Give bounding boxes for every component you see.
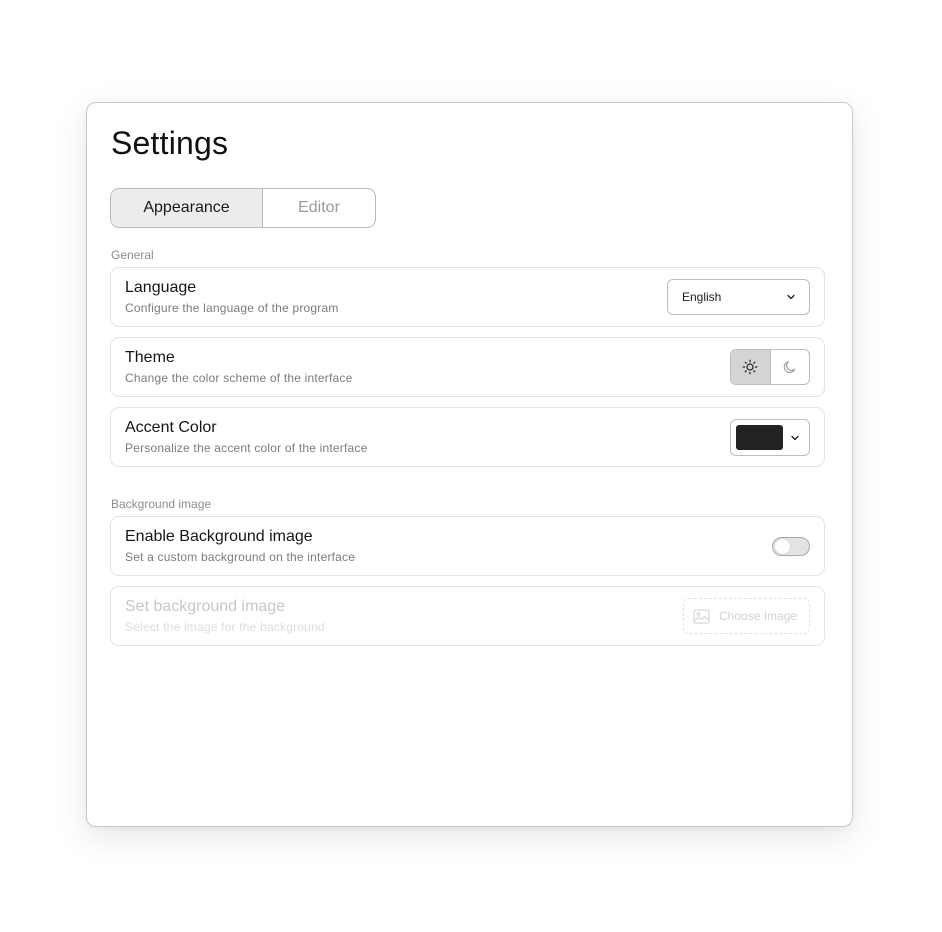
- set-background-title: Set background image: [125, 598, 286, 615]
- page-title: Settings: [111, 125, 229, 161]
- theme-description: Change the color scheme of the interface: [125, 371, 353, 385]
- choose-image-button[interactable]: Choose Image: [683, 598, 810, 634]
- light-theme-button[interactable]: [731, 350, 771, 384]
- section-label-background: Background image: [111, 497, 212, 511]
- dark-theme-button[interactable]: [771, 350, 810, 384]
- sun-icon: [742, 359, 758, 375]
- tab-bar: Appearance Editor: [110, 188, 376, 228]
- theme-toggle: [730, 349, 810, 385]
- language-description: Configure the language of the program: [125, 301, 339, 315]
- chevron-down-icon: [791, 435, 799, 441]
- theme-setting-row: Theme Change the color scheme of the int…: [110, 337, 825, 397]
- chevron-down-icon: [787, 294, 795, 300]
- theme-title: Theme: [125, 349, 175, 366]
- image-icon: [693, 608, 710, 624]
- tab-appearance[interactable]: Appearance: [111, 189, 263, 227]
- accent-color-description: Personalize the accent color of the inte…: [125, 441, 368, 455]
- accent-color-setting-row: Accent Color Personalize the accent colo…: [110, 407, 825, 467]
- enable-background-switch[interactable]: [772, 537, 810, 556]
- enable-background-description: Set a custom background on the interface: [125, 550, 356, 564]
- enable-background-setting-row: Enable Background image Set a custom bac…: [110, 516, 825, 576]
- language-select[interactable]: English: [667, 279, 810, 315]
- set-background-setting-row: Set background image Select the image fo…: [110, 586, 825, 646]
- enable-background-title: Enable Background image: [125, 528, 313, 545]
- color-swatch: [736, 425, 783, 450]
- section-label-general: General: [111, 248, 154, 262]
- language-title: Language: [125, 279, 197, 296]
- settings-window: Settings Appearance Editor General Langu…: [86, 102, 853, 827]
- moon-icon: [783, 361, 796, 373]
- language-setting-row: Language Configure the language of the p…: [110, 267, 825, 327]
- tab-editor[interactable]: Editor: [263, 189, 375, 227]
- accent-color-picker[interactable]: [730, 419, 810, 456]
- choose-image-label: Choose Image: [719, 609, 798, 623]
- accent-color-title: Accent Color: [125, 419, 217, 436]
- set-background-description: Select the image for the background: [125, 620, 325, 634]
- switch-knob: [775, 539, 790, 554]
- language-select-value: English: [682, 290, 722, 304]
